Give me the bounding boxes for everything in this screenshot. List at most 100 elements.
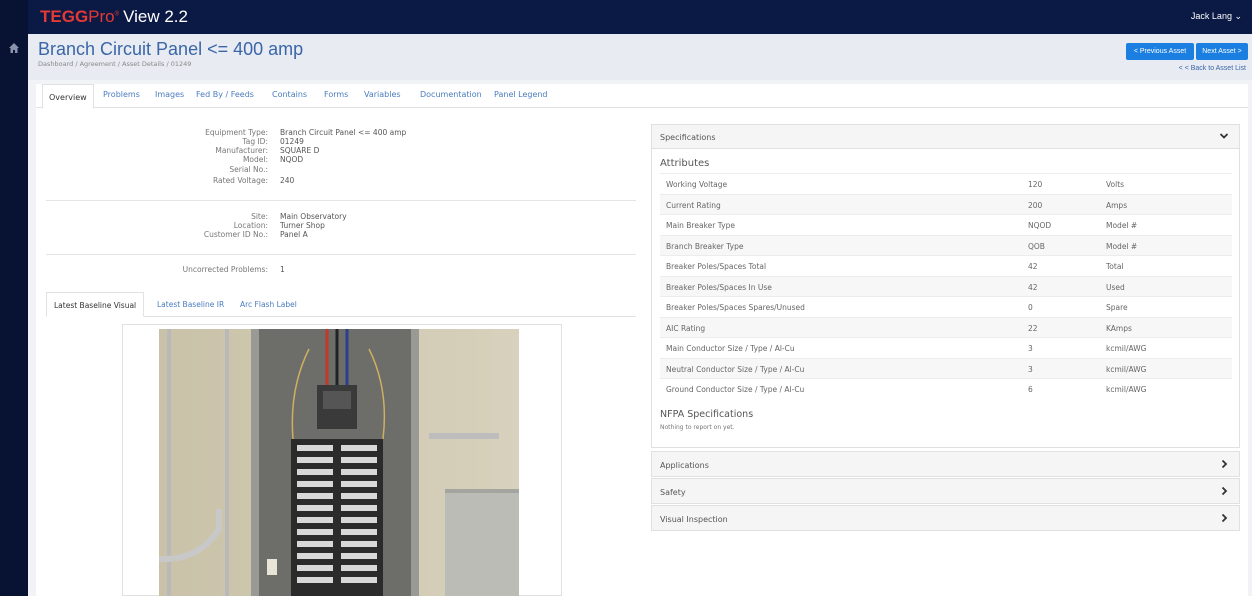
- detail-uncorrected-problems[interactable]: Uncorrected Problems: 1: [36, 265, 636, 275]
- attr-value: 42: [1028, 262, 1038, 271]
- attr-name: Main Conductor Size / Type / Al-Cu: [666, 344, 795, 353]
- attr-unit: kcmil/AWG: [1106, 344, 1147, 353]
- tab-images[interactable]: Images: [155, 90, 184, 99]
- applications-title: Applications: [660, 461, 709, 470]
- page-header: Branch Circuit Panel <= 400 amp Dashboar…: [28, 34, 1252, 80]
- safety-title: Safety: [660, 488, 686, 497]
- baseline-subtabs: Latest Baseline Visual Latest Baseline I…: [46, 292, 636, 317]
- attr-name: Breaker Poles/Spaces Spares/Unused: [666, 303, 805, 312]
- baseline-photo-frame: [122, 324, 562, 596]
- attr-name: AIC Rating: [666, 323, 706, 333]
- detail-value: Main Observatory: [280, 212, 347, 221]
- detail-value: NQOD: [280, 155, 304, 164]
- tab-contains[interactable]: Contains: [272, 90, 307, 99]
- attr-value: 6: [1028, 385, 1033, 394]
- detail-value: Panel A: [280, 230, 308, 239]
- detail-label: Serial No.:: [229, 165, 268, 174]
- detail-label: Model:: [242, 155, 268, 164]
- chevron-right-icon[interactable]: [1219, 513, 1229, 523]
- detail-serial-no: Serial No.:: [36, 165, 636, 175]
- asset-tabs: Overview Problems Images Fed By / Feeds …: [36, 84, 1248, 109]
- tab-overview[interactable]: Overview: [42, 84, 94, 109]
- detail-model: Model: NQOD: [36, 155, 636, 165]
- subtab-latest-baseline-visual[interactable]: Latest Baseline Visual: [46, 292, 145, 317]
- attr-value: 0: [1028, 303, 1033, 312]
- detail-value: Turner Shop: [280, 221, 325, 230]
- subtab-arc-flash-label[interactable]: Arc Flash Label: [240, 300, 297, 309]
- detail-label: Tag ID:: [242, 137, 268, 146]
- attr-value: NQOD: [1028, 221, 1052, 230]
- brand-pro: Pro: [88, 7, 115, 26]
- table-row: Breaker Poles/Spaces Spares/Unused 0 Spare: [660, 296, 1232, 317]
- specifications-header[interactable]: Specifications: [652, 125, 1239, 149]
- previous-asset-button[interactable]: < Previous Asset: [1126, 43, 1194, 60]
- user-menu[interactable]: Jack Lang ⌄: [1191, 11, 1242, 22]
- attr-value: 3: [1028, 364, 1033, 374]
- attr-name: Breaker Poles/Spaces In Use: [666, 282, 772, 292]
- table-row: Breaker Poles/Spaces In Use 42 Used: [660, 275, 1232, 296]
- attr-value: 42: [1028, 282, 1038, 292]
- detail-value: SQUARE D: [280, 146, 320, 155]
- detail-customer-id: Customer ID No.: Panel A: [36, 230, 636, 240]
- tab-problems[interactable]: Problems: [103, 90, 140, 99]
- top-bar: TEGGPro® View 2.2 Jack Lang ⌄: [0, 0, 1252, 34]
- detail-divider: [46, 254, 636, 255]
- visual-inspection-title: Visual Inspection: [660, 515, 728, 524]
- attr-unit: Model #: [1106, 241, 1138, 251]
- specifications-title: Specifications: [660, 133, 716, 142]
- visual-inspection-panel[interactable]: Visual Inspection: [651, 505, 1240, 531]
- attr-unit: Used: [1106, 282, 1125, 292]
- page-title: Branch Circuit Panel <= 400 amp: [38, 39, 304, 59]
- attr-name: Branch Breaker Type: [666, 241, 744, 251]
- home-icon[interactable]: [8, 42, 20, 54]
- tab-fed-by-feeds[interactable]: Fed By / Feeds: [196, 90, 254, 99]
- brand-version: View 2.2: [123, 7, 188, 26]
- safety-panel[interactable]: Safety: [651, 478, 1240, 504]
- attributes-heading: Attributes: [660, 158, 710, 169]
- attr-name: Neutral Conductor Size / Type / Al-Cu: [666, 364, 805, 374]
- chevron-right-icon[interactable]: [1219, 459, 1229, 469]
- left-rail: [0, 34, 28, 596]
- detail-rated-voltage: Rated Voltage: 240: [36, 176, 636, 186]
- detail-value: 240: [280, 176, 295, 185]
- attributes-table: Working Voltage 120 Volts Current Rating 20…: [660, 173, 1232, 399]
- breadcrumb[interactable]: Dashboard / Agreement / Asset Details / …: [38, 60, 191, 68]
- attr-value: 200: [1028, 200, 1043, 210]
- content-card: Overview Problems Images Fed By / Feeds …: [36, 84, 1248, 596]
- detail-value: 1: [280, 265, 285, 274]
- next-asset-button[interactable]: Next Asset >: [1196, 43, 1248, 60]
- attr-name: Working Voltage: [666, 180, 728, 189]
- top-bar-corner: [0, 0, 28, 34]
- attr-value: QOB: [1028, 241, 1045, 251]
- detail-label: Uncorrected Problems:: [182, 265, 268, 274]
- app-logo[interactable]: TEGGPro® View 2.2: [40, 7, 188, 27]
- specifications-panel: Specifications Attributes Working Voltag…: [651, 124, 1240, 448]
- detail-divider: [46, 200, 636, 201]
- detail-label: Equipment Type:: [205, 128, 268, 137]
- tab-forms[interactable]: Forms: [324, 90, 348, 99]
- detail-value: 01249: [280, 137, 304, 146]
- detail-label: Rated Voltage:: [212, 176, 268, 185]
- tab-documentation[interactable]: Documentation: [420, 90, 482, 99]
- table-row: Working Voltage 120 Volts: [660, 173, 1232, 194]
- attr-unit: Model #: [1106, 221, 1138, 230]
- attr-name: Main Breaker Type: [666, 221, 735, 230]
- attr-name: Ground Conductor Size / Type / Al-Cu: [666, 385, 805, 394]
- detail-label: Manufacturer:: [215, 146, 268, 155]
- table-row: Main Breaker Type NQOD Model #: [660, 214, 1232, 235]
- attr-name: Breaker Poles/Spaces Total: [666, 262, 767, 271]
- attr-unit: kcmil/AWG: [1106, 364, 1147, 374]
- tab-panel-legend[interactable]: Panel Legend: [494, 90, 548, 99]
- chevron-right-icon[interactable]: [1219, 486, 1229, 496]
- table-row: Main Conductor Size / Type / Al-Cu 3 kcmil…: [660, 337, 1232, 358]
- chevron-down-icon[interactable]: [1219, 131, 1229, 141]
- subtab-latest-baseline-ir[interactable]: Latest Baseline IR: [157, 300, 224, 309]
- table-row: Ground Conductor Size / Type / Al-Cu 6 kcm…: [660, 378, 1232, 399]
- attr-value: 120: [1028, 180, 1043, 189]
- panel-photo[interactable]: [159, 329, 519, 596]
- tab-variables[interactable]: Variables: [364, 90, 401, 99]
- back-to-asset-list-link[interactable]: < < Back to Asset List: [1179, 65, 1246, 72]
- attr-unit: Amps: [1106, 200, 1128, 210]
- nfpa-heading: NFPA Specifications: [660, 409, 754, 420]
- applications-panel[interactable]: Applications: [651, 451, 1240, 477]
